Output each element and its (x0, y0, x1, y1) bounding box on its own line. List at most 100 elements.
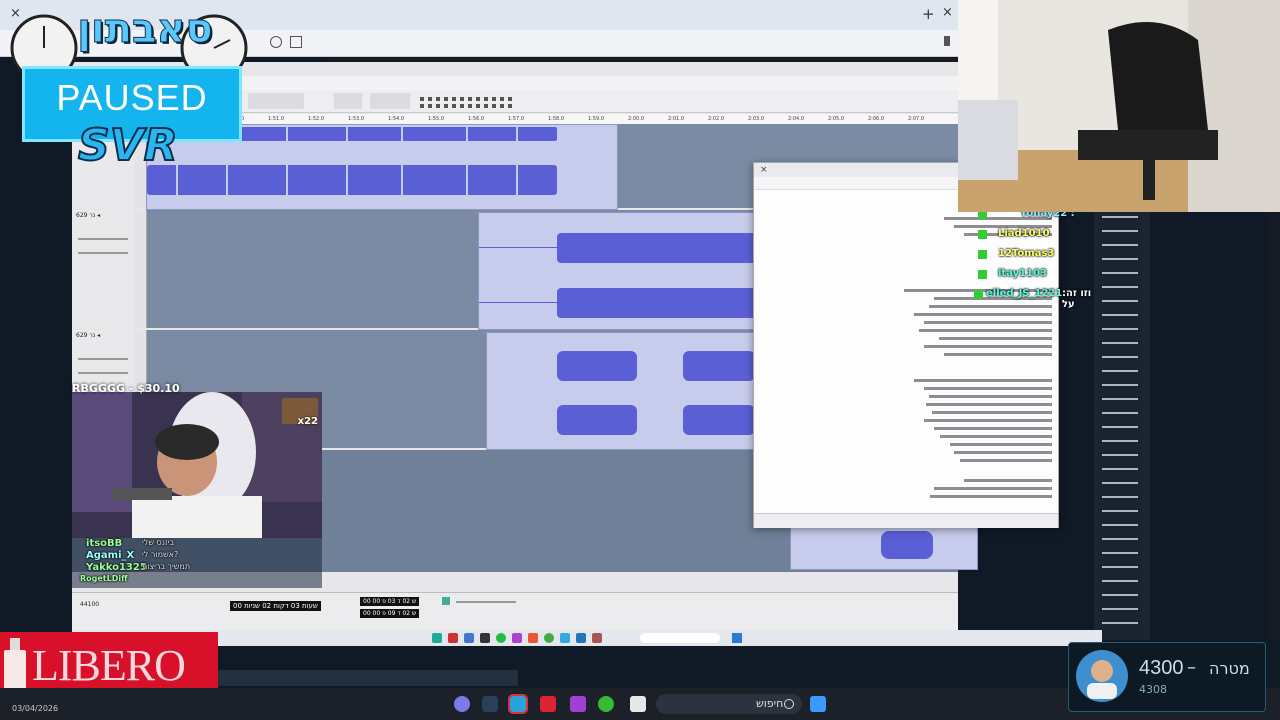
room-scene (958, 0, 1280, 212)
ruler-tick-label: 1:58.0 (548, 116, 564, 122)
app-icon[interactable] (592, 633, 602, 643)
app-icon[interactable] (540, 696, 556, 712)
ruler-tick-label: 2:06.0 (868, 116, 884, 122)
waveform (881, 531, 933, 559)
ruler-tick-label: 2:00.0 (628, 116, 644, 122)
chat-username: elled_JS_1221 (986, 288, 1063, 299)
sub-badge-icon (978, 270, 987, 279)
cam-badge: x22 (297, 416, 318, 427)
playback-speed-slider[interactable] (456, 601, 516, 603)
telegram-icon[interactable] (508, 694, 528, 714)
selection-start[interactable]: 00 ש 02 ד 03 פ 00 (360, 597, 420, 606)
edit-toolbar[interactable] (418, 94, 524, 108)
goal-separator: – (1187, 657, 1196, 678)
chrome-icon[interactable] (544, 633, 554, 643)
obs-icon[interactable] (570, 696, 586, 712)
webcam-scene (72, 392, 322, 538)
donation-label: RBGGGG - $30.10 (72, 382, 180, 395)
lower-chat-user: Yakko1325 (86, 562, 147, 573)
avatar (1076, 650, 1128, 702)
gain-slider[interactable] (78, 238, 128, 240)
app-icon[interactable] (448, 633, 458, 643)
close-window-icon[interactable]: × (942, 5, 953, 20)
project-rate[interactable]: 44100 (80, 601, 99, 608)
track-scale (134, 210, 147, 328)
edit-toolbar-icons (420, 97, 512, 108)
whatsapp-icon[interactable] (496, 633, 506, 643)
selection-end[interactable]: 00 ש 02 ד 09 פ 00 (360, 609, 420, 618)
sub-badge-icon (978, 250, 987, 259)
tools-group[interactable] (248, 93, 304, 109)
track-name: נר 629 ◂ (76, 332, 101, 339)
effects-button[interactable] (370, 93, 410, 109)
waveform (557, 351, 755, 435)
windows-start-icon[interactable] (810, 696, 826, 712)
audio-clip[interactable] (790, 524, 978, 570)
discord-icon[interactable] (454, 696, 470, 712)
gain-slider[interactable] (78, 358, 128, 360)
volume-control[interactable] (334, 93, 362, 109)
search-icon (784, 699, 794, 709)
chat-overlay: Yohay22 : Liad1010 12Tomas3 itay1103 ell… (972, 208, 1096, 310)
windows-start-icon[interactable] (732, 633, 742, 643)
lower-chat-text: ביזנס שלי (142, 538, 175, 547)
chat-username: itay1103 (998, 268, 1047, 279)
goal-label: מטרה (1209, 659, 1250, 678)
new-tab-button[interactable]: + (922, 5, 935, 23)
audio-clip[interactable] (478, 212, 756, 330)
app-icon[interactable] (480, 633, 490, 643)
taskbar-search-box[interactable]: חיפוש (656, 694, 802, 714)
streamer-webcam: x22 (72, 392, 322, 538)
goal-widget: 4300 – מטרה 4308 (1068, 642, 1266, 712)
app-icon[interactable] (528, 633, 538, 643)
ruler-tick-label: 2:04.0 (788, 116, 804, 122)
ruler-tick-label: 2:07.0 (908, 116, 924, 122)
pan-slider[interactable] (78, 252, 128, 254)
pan-slider[interactable] (78, 372, 128, 374)
ruler-tick-label: 2:01.0 (668, 116, 684, 122)
doc-close-icon[interactable]: × (760, 165, 768, 175)
waveform (479, 233, 755, 318)
ruler-tick-label: 1:51.0 (268, 116, 284, 122)
chrome-icon[interactable] (598, 696, 614, 712)
audio-clip[interactable] (486, 332, 756, 450)
app-icon[interactable] (512, 633, 522, 643)
side-scrollbar[interactable] (1268, 210, 1280, 640)
app-icon[interactable] (464, 633, 474, 643)
ruler-tick-label: 2:03.0 (748, 116, 764, 122)
chat-message: :וזו זה על (1062, 288, 1092, 310)
lower-chat-user: Agami_X (86, 550, 135, 561)
app-icon[interactable] (576, 633, 586, 643)
steam-icon[interactable] (482, 696, 498, 712)
goal-current: 4300 (1139, 657, 1184, 679)
paused-label: PAUSED (56, 77, 208, 118)
lower-chat-user: RogetLDiff (80, 574, 128, 583)
lower-chat-user: itsoBB (86, 538, 123, 549)
svr-label: SVR (77, 119, 179, 172)
sub-badge-icon (974, 290, 983, 299)
app-icon[interactable] (560, 633, 570, 643)
channel-logo-text: סאבתון (77, 6, 214, 53)
sponsor-logo-text: LIBERO (32, 641, 186, 690)
thumbnail-rows (1102, 216, 1138, 624)
sub-badge-icon (978, 230, 987, 239)
ruler-tick-label: 1:55.0 (428, 116, 444, 122)
captured-taskbar (72, 630, 1102, 646)
ruler-tick-label: 2:05.0 (828, 116, 844, 122)
app-icon[interactable] (432, 633, 442, 643)
room-camera (958, 0, 1280, 212)
ruler-tick-label: 2:02.0 (708, 116, 724, 122)
video-filmstrip (218, 670, 518, 686)
track-control-panel[interactable]: נר 629 ◂ (72, 210, 135, 328)
scroll-handle[interactable] (944, 36, 950, 46)
lower-chat-text: אשמור לי? (142, 550, 179, 559)
file-explorer-icon[interactable] (630, 696, 646, 712)
zoom-icon[interactable] (270, 36, 282, 48)
play-button[interactable] (442, 597, 450, 605)
ruler-tick-label: 1:53.0 (348, 116, 364, 122)
captured-search-box[interactable] (640, 633, 720, 643)
taskbar-date: 03/04/2026 (12, 704, 59, 713)
chat-username: Liad1010 (998, 228, 1050, 239)
lower-chat-text: תמשיך בריצות (142, 562, 191, 571)
screenshot-icon[interactable] (290, 36, 302, 48)
